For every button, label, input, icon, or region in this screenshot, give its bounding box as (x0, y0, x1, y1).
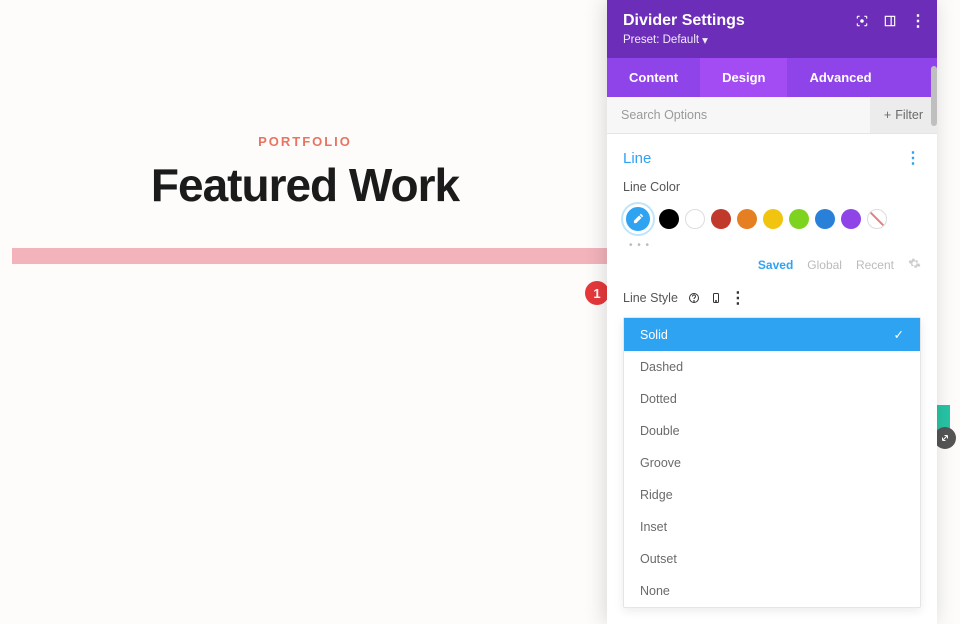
line-style-label: Line Style (623, 291, 678, 305)
line-style-option-none[interactable]: None (624, 575, 920, 607)
search-row: + Filter (607, 97, 937, 134)
responsive-icon[interactable] (710, 292, 722, 304)
check-icon: ✓ (894, 327, 904, 342)
panel-header: Divider Settings Preset: Default ▾ ⋮ (607, 0, 937, 58)
resize-handle[interactable] (934, 427, 956, 449)
line-style-option-solid[interactable]: Solid ✓ (624, 318, 920, 351)
line-style-option-outset[interactable]: Outset (624, 543, 920, 575)
section-title-line[interactable]: Line (623, 150, 651, 167)
option-label: Dotted (640, 392, 677, 406)
palette-gear-icon[interactable] (908, 257, 921, 273)
chevron-down-icon: ▾ (702, 33, 708, 47)
option-label: Outset (640, 552, 677, 566)
line-style-option-double[interactable]: Double (624, 415, 920, 447)
option-label: Groove (640, 456, 681, 470)
line-style-kebab-icon[interactable]: ⋮ (732, 292, 744, 304)
kebab-menu-icon[interactable]: ⋮ (911, 14, 925, 28)
swatch-none[interactable] (867, 209, 887, 229)
swatch-white[interactable] (685, 209, 705, 229)
line-style-option-ridge[interactable]: Ridge (624, 479, 920, 511)
focus-icon[interactable] (855, 14, 869, 28)
option-label: Solid (640, 328, 668, 342)
swatch-yellow[interactable] (763, 209, 783, 229)
section-kebab-icon[interactable]: ⋮ (905, 148, 921, 168)
search-input[interactable] (607, 97, 870, 133)
line-style-row: Line Style ⋮ (607, 281, 937, 313)
swatch-more-dots[interactable]: • • • (629, 240, 921, 251)
plus-icon: + (884, 108, 891, 122)
filter-label: Filter (895, 108, 923, 122)
tab-design[interactable]: Design (700, 58, 787, 97)
filter-button[interactable]: + Filter (870, 97, 937, 133)
color-picker-button[interactable] (623, 204, 653, 234)
preset-label: Preset: Default (623, 34, 699, 46)
line-style-dropdown: Solid ✓ Dashed Dotted Double Groove Ridg… (623, 317, 921, 608)
preset-selector[interactable]: Preset: Default ▾ (623, 33, 708, 47)
palette-tabs: Saved Global Recent (623, 257, 921, 273)
option-label: None (640, 584, 670, 598)
line-style-option-groove[interactable]: Groove (624, 447, 920, 479)
swatch-purple[interactable] (841, 209, 861, 229)
scrollbar-thumb[interactable] (931, 66, 937, 126)
panel-tabs: Content Design Advanced (607, 58, 937, 97)
swatch-red[interactable] (711, 209, 731, 229)
palette-tab-saved[interactable]: Saved (758, 258, 793, 272)
help-icon[interactable] (688, 292, 700, 304)
line-style-option-dashed[interactable]: Dashed (624, 351, 920, 383)
swatch-green[interactable] (789, 209, 809, 229)
annotation-badge-1: 1 (585, 281, 609, 305)
line-color-label: Line Color (623, 180, 921, 194)
option-label: Ridge (640, 488, 673, 502)
swatch-orange[interactable] (737, 209, 757, 229)
dock-icon[interactable] (883, 14, 897, 28)
color-swatches (623, 204, 921, 234)
section-line: Line ⋮ Line Color • • • Saved Global Rec… (607, 134, 937, 281)
tab-advanced[interactable]: Advanced (787, 58, 893, 97)
portfolio-subtitle: PORTFOLIO (0, 134, 610, 149)
line-style-option-dotted[interactable]: Dotted (624, 383, 920, 415)
line-style-option-inset[interactable]: Inset (624, 511, 920, 543)
page-title: Featured Work (0, 158, 610, 212)
tab-content[interactable]: Content (607, 58, 700, 97)
option-label: Double (640, 424, 680, 438)
divider-module[interactable] (12, 248, 607, 264)
palette-tab-recent[interactable]: Recent (856, 258, 894, 272)
swatch-blue[interactable] (815, 209, 835, 229)
swatch-black[interactable] (659, 209, 679, 229)
settings-panel: Divider Settings Preset: Default ▾ ⋮ Con… (607, 0, 937, 624)
palette-tab-global[interactable]: Global (807, 258, 842, 272)
option-label: Dashed (640, 360, 683, 374)
